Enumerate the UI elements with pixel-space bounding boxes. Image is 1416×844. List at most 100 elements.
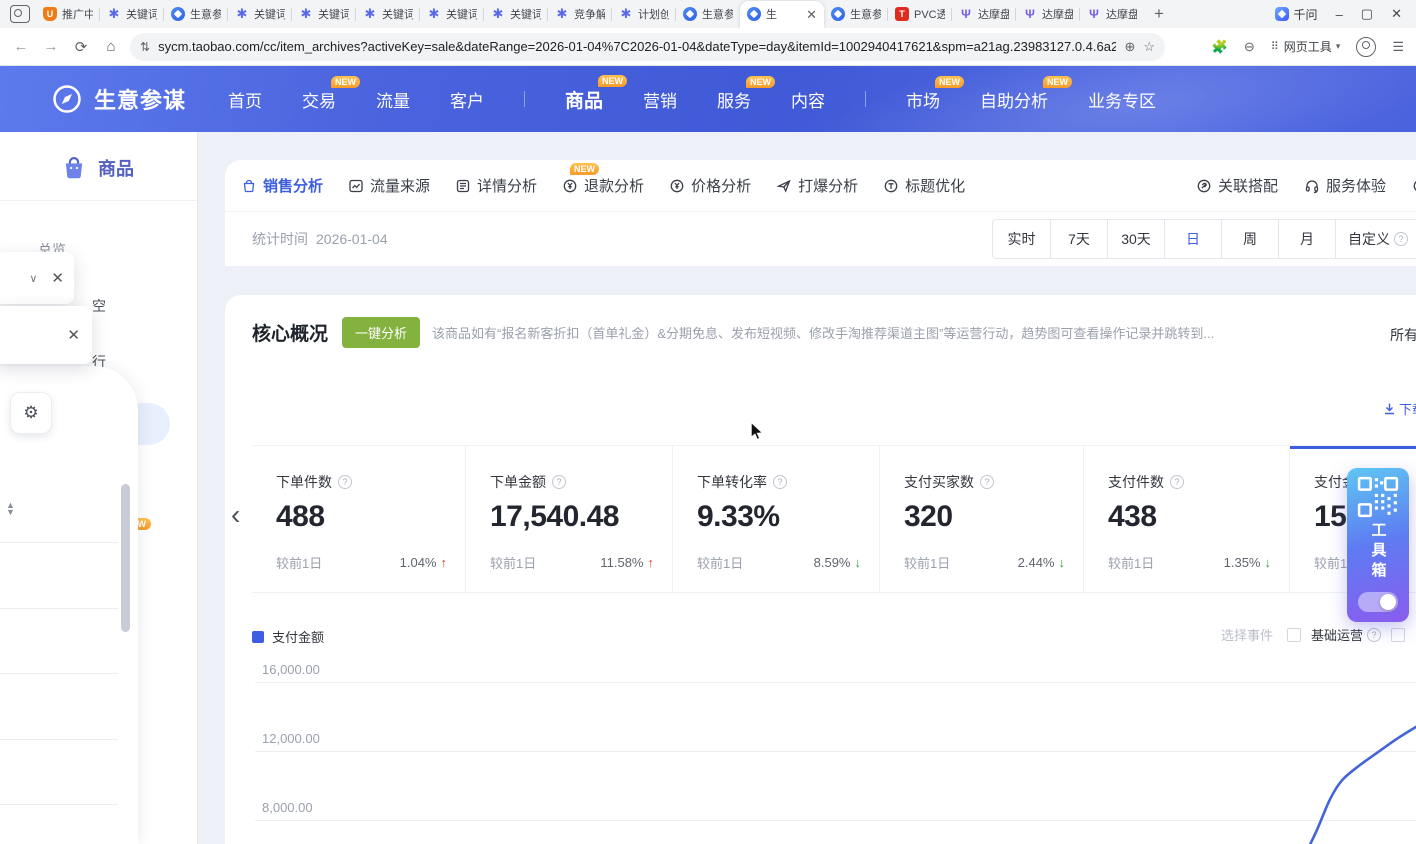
- browser-tab[interactable]: 生意参: [824, 1, 888, 28]
- subnav-link-关联搭配[interactable]: 关联搭配: [1196, 175, 1278, 196]
- new-tab-button[interactable]: +: [1154, 4, 1164, 24]
- minimize-button[interactable]: –: [1336, 7, 1343, 22]
- subnav-tab-退款分析[interactable]: 退款分析NEW: [562, 175, 644, 196]
- subnav-tab-标题优化[interactable]: 标题优化: [883, 175, 965, 196]
- gear-icon[interactable]: ⚙: [10, 392, 52, 434]
- profile-avatar[interactable]: [1356, 37, 1376, 57]
- date-option-实时[interactable]: 实时: [993, 220, 1050, 258]
- snowflake-favicon-icon: ✱: [491, 7, 505, 21]
- browser-tab[interactable]: ✱竞争解: [548, 1, 612, 28]
- maximize-button[interactable]: ▢: [1361, 6, 1373, 22]
- nav-item-流量[interactable]: 流量: [376, 87, 410, 112]
- metric-card-下单件数[interactable]: 下单件数488较前1日1.04%↑: [252, 446, 465, 592]
- subnav-tab-流量来源[interactable]: 流量来源: [348, 175, 430, 196]
- metric-card-支付买家数[interactable]: 支付买家数320较前1日2.44%↓: [879, 446, 1083, 592]
- tab-search-icon[interactable]: [10, 5, 30, 23]
- close-icon[interactable]: ✕: [51, 271, 64, 286]
- terminal-filter-dropdown[interactable]: 所有: [1390, 325, 1416, 345]
- nav-item-服务[interactable]: 服务NEW: [717, 87, 751, 112]
- subnav-tab-label: 销售分析: [263, 175, 323, 196]
- zoom-icon[interactable]: ⊕: [1124, 39, 1135, 55]
- info-icon[interactable]: [1367, 628, 1381, 642]
- browser-tab[interactable]: U推广中: [36, 1, 100, 28]
- nav-item-营销[interactable]: 营销: [643, 87, 677, 112]
- forward-icon[interactable]: →: [36, 38, 66, 55]
- info-icon[interactable]: [773, 475, 787, 489]
- info-icon[interactable]: [980, 475, 994, 489]
- nav-item-自助分析[interactable]: 自助分析NEW: [980, 87, 1048, 112]
- nav-item-市场[interactable]: 市场NEW: [906, 87, 940, 112]
- browser-tab[interactable]: ✱关键词: [484, 1, 548, 28]
- browser-tab[interactable]: Ψ达摩盘: [952, 1, 1016, 28]
- downloads-icon[interactable]: ⊖: [1244, 39, 1255, 55]
- toolbox-widget[interactable]: 工具箱: [1347, 468, 1409, 622]
- metric-value: 17,540.48: [490, 500, 672, 534]
- browser-tab[interactable]: ✱关键词: [356, 1, 420, 28]
- qianwen-button[interactable]: 千问: [1275, 6, 1318, 23]
- browser-tab[interactable]: 生意参: [164, 1, 228, 28]
- extensions-icon[interactable]: 🧩: [1212, 39, 1228, 55]
- chart-legend: 支付金额: [252, 627, 324, 646]
- info-icon[interactable]: [338, 475, 352, 489]
- checkbox-基础运营[interactable]: [1287, 628, 1301, 642]
- chevron-down-icon[interactable]: ∨: [29, 272, 37, 285]
- browser-tab[interactable]: ✱关键词: [292, 1, 356, 28]
- metric-card-下单转化率[interactable]: 下单转化率9.33%较前1日8.59%↓: [672, 446, 879, 592]
- browser-tab[interactable]: TPVC透: [888, 1, 952, 28]
- date-option-月[interactable]: 月: [1278, 220, 1335, 258]
- one-click-analysis-button[interactable]: 一键分析: [342, 317, 420, 348]
- browser-tab[interactable]: ✱关键词: [100, 1, 164, 28]
- nav-item-交易[interactable]: 交易NEW: [302, 87, 336, 112]
- date-option-30天[interactable]: 30天: [1107, 220, 1164, 258]
- nav-item-商品[interactable]: 商品NEW: [565, 86, 603, 113]
- close-icon[interactable]: ✕: [67, 328, 80, 343]
- date-option-自定义[interactable]: 自定义: [1335, 220, 1416, 258]
- chevron-down-icon: ▾: [1336, 41, 1341, 52]
- download-link[interactable]: 下载: [1383, 399, 1416, 418]
- browser-tab[interactable]: ✱计划创: [612, 1, 676, 28]
- subnav-tab-价格分析[interactable]: 价格分析: [669, 175, 751, 196]
- nav-item-内容[interactable]: 内容: [791, 87, 825, 112]
- date-option-7天[interactable]: 7天: [1050, 220, 1107, 258]
- close-button[interactable]: ✕: [1391, 6, 1402, 22]
- home-icon[interactable]: ⌂: [96, 38, 126, 55]
- info-icon[interactable]: [552, 475, 566, 489]
- help-icon[interactable]: [1394, 232, 1408, 246]
- browser-tab[interactable]: ✱关键词: [420, 1, 484, 28]
- subnav-tab-详情分析[interactable]: 详情分析: [455, 175, 537, 196]
- stat-time-value: 2026-01-04: [316, 231, 388, 247]
- browser-tab[interactable]: ✱关键词: [228, 1, 292, 28]
- app-navbar: 生意参谋 首页 交易NEW 流量 客户 商品NEW 营销 服务NEW 内容 市场NEW 自助分析N…: [0, 66, 1416, 132]
- subnav-link-服务体验[interactable]: 服务体验: [1304, 175, 1386, 196]
- nav-item-首页[interactable]: 首页: [228, 87, 262, 112]
- date-option-周[interactable]: 周: [1221, 220, 1278, 258]
- metric-card-支付件数[interactable]: 支付件数438较前1日1.35%↓: [1083, 446, 1289, 592]
- brand[interactable]: 生意参谋: [52, 83, 186, 115]
- checkbox-日[interactable]: [1391, 628, 1405, 642]
- browser-tab[interactable]: Ψ达摩盘: [1080, 1, 1144, 28]
- info-icon[interactable]: [1170, 475, 1184, 489]
- cards-prev-arrow[interactable]: ‹: [231, 501, 240, 529]
- site-info-icon[interactable]: ⇅: [140, 40, 150, 54]
- panel-scrollbar[interactable]: [121, 484, 130, 632]
- back-icon[interactable]: ←: [6, 38, 36, 55]
- browser-tab[interactable]: 生✕: [740, 1, 824, 28]
- toolbox-toggle[interactable]: [1358, 592, 1398, 612]
- nav-item-客户[interactable]: 客户: [450, 87, 484, 112]
- subnav-tab-销售分析[interactable]: 销售分析: [241, 175, 323, 196]
- metric-card-下单金额[interactable]: 下单金额17,540.48较前1日11.58%↑: [465, 446, 672, 592]
- browser-tab[interactable]: 生意参: [676, 1, 740, 28]
- date-option-日[interactable]: 日: [1164, 220, 1221, 258]
- bookmark-star-icon[interactable]: ☆: [1143, 39, 1155, 55]
- subnav-tab-打爆分析[interactable]: 打爆分析: [776, 175, 858, 196]
- sort-chevrons[interactable]: ▲▼: [6, 502, 15, 516]
- refresh-icon[interactable]: ⟳: [66, 38, 96, 56]
- web-tools-menu[interactable]: ⠿ 网页工具 ▾: [1271, 38, 1341, 55]
- menu-icon[interactable]: ☰: [1392, 39, 1404, 55]
- subnav-link-more[interactable]: [1412, 178, 1416, 194]
- nav-item-业务专区[interactable]: 业务专区: [1088, 87, 1156, 112]
- url-input[interactable]: ⇅ sycm.taobao.com/cc/item_archives?activ…: [130, 33, 1165, 61]
- browser-tab[interactable]: Ψ达摩盘: [1016, 1, 1080, 28]
- close-tab-icon[interactable]: ✕: [806, 8, 817, 21]
- sidebar-item-fragment[interactable]: 空: [92, 296, 106, 316]
